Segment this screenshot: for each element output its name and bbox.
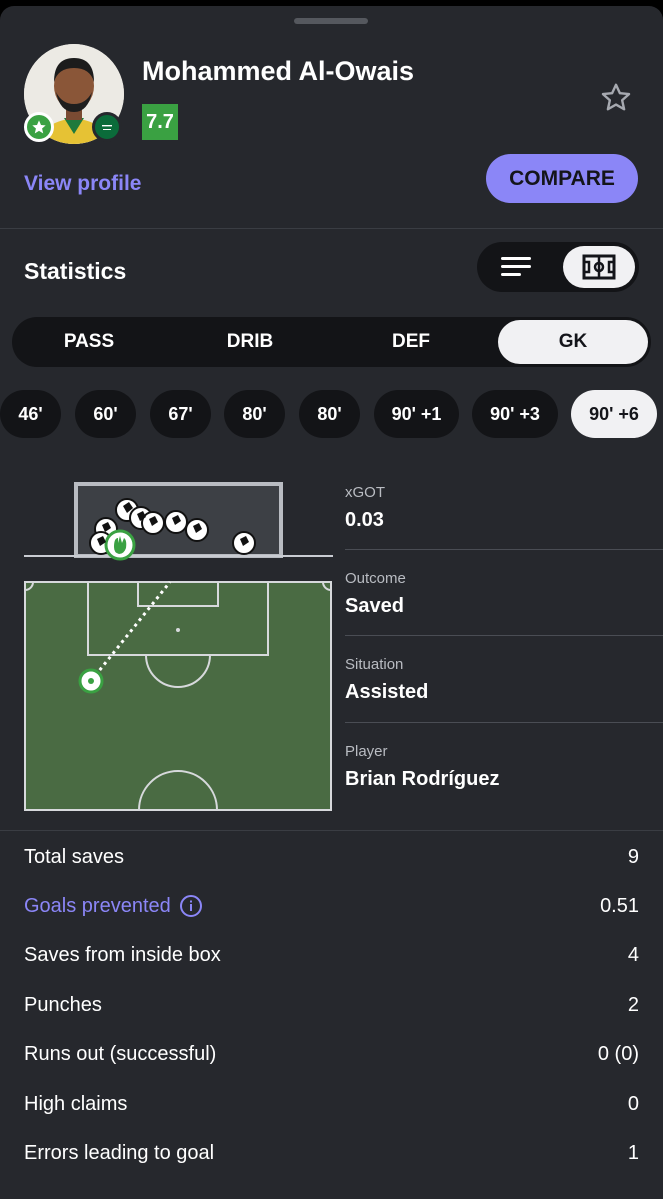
tab-def[interactable]: DEF bbox=[336, 320, 486, 364]
view-profile-link[interactable]: View profile bbox=[24, 172, 141, 196]
minute-chip[interactable]: 80' bbox=[299, 390, 360, 438]
player-stats-sheet: Mohammed Al-Owais 7.7 View profile COMPA… bbox=[0, 6, 663, 1199]
stat-label[interactable]: Goals prevented bbox=[24, 895, 171, 918]
favorite-star-icon[interactable] bbox=[598, 80, 634, 116]
stat-row-high-claims: High claims 0 bbox=[24, 1089, 639, 1119]
player-rating-badge: 7.7 bbox=[142, 104, 178, 140]
saudi-flag-icon bbox=[92, 112, 122, 142]
minute-chip-selected[interactable]: 90' +6 bbox=[571, 390, 657, 438]
compare-button[interactable]: COMPARE bbox=[486, 154, 638, 203]
info-divider bbox=[345, 635, 663, 636]
list-view-icon[interactable] bbox=[495, 253, 541, 281]
star-player-badge-icon bbox=[24, 112, 54, 142]
goals-prevented-link[interactable]: Goals prevented bbox=[24, 894, 203, 918]
stat-row-errors-leading-to-goal: Errors leading to goal 1 bbox=[24, 1138, 639, 1168]
stat-row-goals-prevented[interactable]: Goals prevented 0.51 bbox=[24, 891, 639, 921]
shooter-value: Brian Rodríguez bbox=[345, 768, 500, 790]
tab-pass[interactable]: PASS bbox=[14, 320, 164, 364]
stat-label: Total saves bbox=[24, 845, 125, 868]
situation-value: Assisted bbox=[345, 681, 429, 703]
statistics-title: Statistics bbox=[24, 258, 127, 284]
situation-label: Situation bbox=[345, 656, 404, 673]
stat-label: Punches bbox=[24, 993, 102, 1016]
stat-category-tabs: PASS DRIB DEF GK bbox=[12, 317, 651, 367]
minute-chip[interactable]: 60' bbox=[75, 390, 136, 438]
xgot-value: 0.03 bbox=[345, 509, 384, 531]
minute-chip[interactable]: 90' +1 bbox=[374, 390, 459, 438]
view-mode-toggle bbox=[477, 242, 639, 292]
outcome-value: Saved bbox=[345, 595, 404, 617]
section-divider bbox=[0, 830, 663, 831]
stat-value: 0 (0) bbox=[597, 1042, 639, 1065]
pitch-view-icon[interactable] bbox=[563, 246, 635, 288]
stat-row-runs-out: Runs out (successful) 0 (0) bbox=[24, 1039, 639, 1069]
shot-map bbox=[0, 472, 340, 822]
info-icon[interactable] bbox=[179, 894, 203, 918]
stat-label: Errors leading to goal bbox=[24, 1141, 215, 1164]
xgot-label: xGOT bbox=[345, 484, 385, 501]
section-divider bbox=[0, 228, 663, 229]
stat-value: 1 bbox=[627, 1141, 639, 1164]
stat-label: Runs out (successful) bbox=[24, 1042, 217, 1065]
stat-row-saves-inside-box: Saves from inside box 4 bbox=[24, 940, 639, 970]
stat-row-punches: Punches 2 bbox=[24, 990, 639, 1020]
stat-value: 9 bbox=[627, 845, 639, 868]
info-divider bbox=[345, 722, 663, 723]
minute-chip[interactable]: 90' +3 bbox=[472, 390, 558, 438]
stat-value: 0.51 bbox=[600, 894, 639, 917]
tab-drib[interactable]: DRIB bbox=[175, 320, 325, 364]
stat-value: 2 bbox=[627, 993, 639, 1016]
stat-label: Saves from inside box bbox=[24, 943, 221, 966]
minute-chip[interactable]: 80' bbox=[224, 390, 285, 438]
player-name: Mohammed Al-Owais bbox=[142, 56, 415, 86]
minute-chip[interactable]: 67' bbox=[150, 390, 211, 438]
minute-chip[interactable]: 46' bbox=[0, 390, 61, 438]
stat-value: 0 bbox=[627, 1092, 639, 1115]
tab-gk[interactable]: GK bbox=[498, 320, 648, 364]
outcome-label: Outcome bbox=[345, 570, 406, 587]
drag-handle[interactable] bbox=[294, 18, 368, 24]
stat-row-total-saves: Total saves 9 bbox=[24, 842, 639, 872]
info-divider bbox=[345, 549, 663, 550]
pitch-half bbox=[24, 581, 332, 811]
stat-label: High claims bbox=[24, 1092, 128, 1115]
stat-value: 4 bbox=[627, 943, 639, 966]
player-label: Player bbox=[345, 743, 388, 760]
